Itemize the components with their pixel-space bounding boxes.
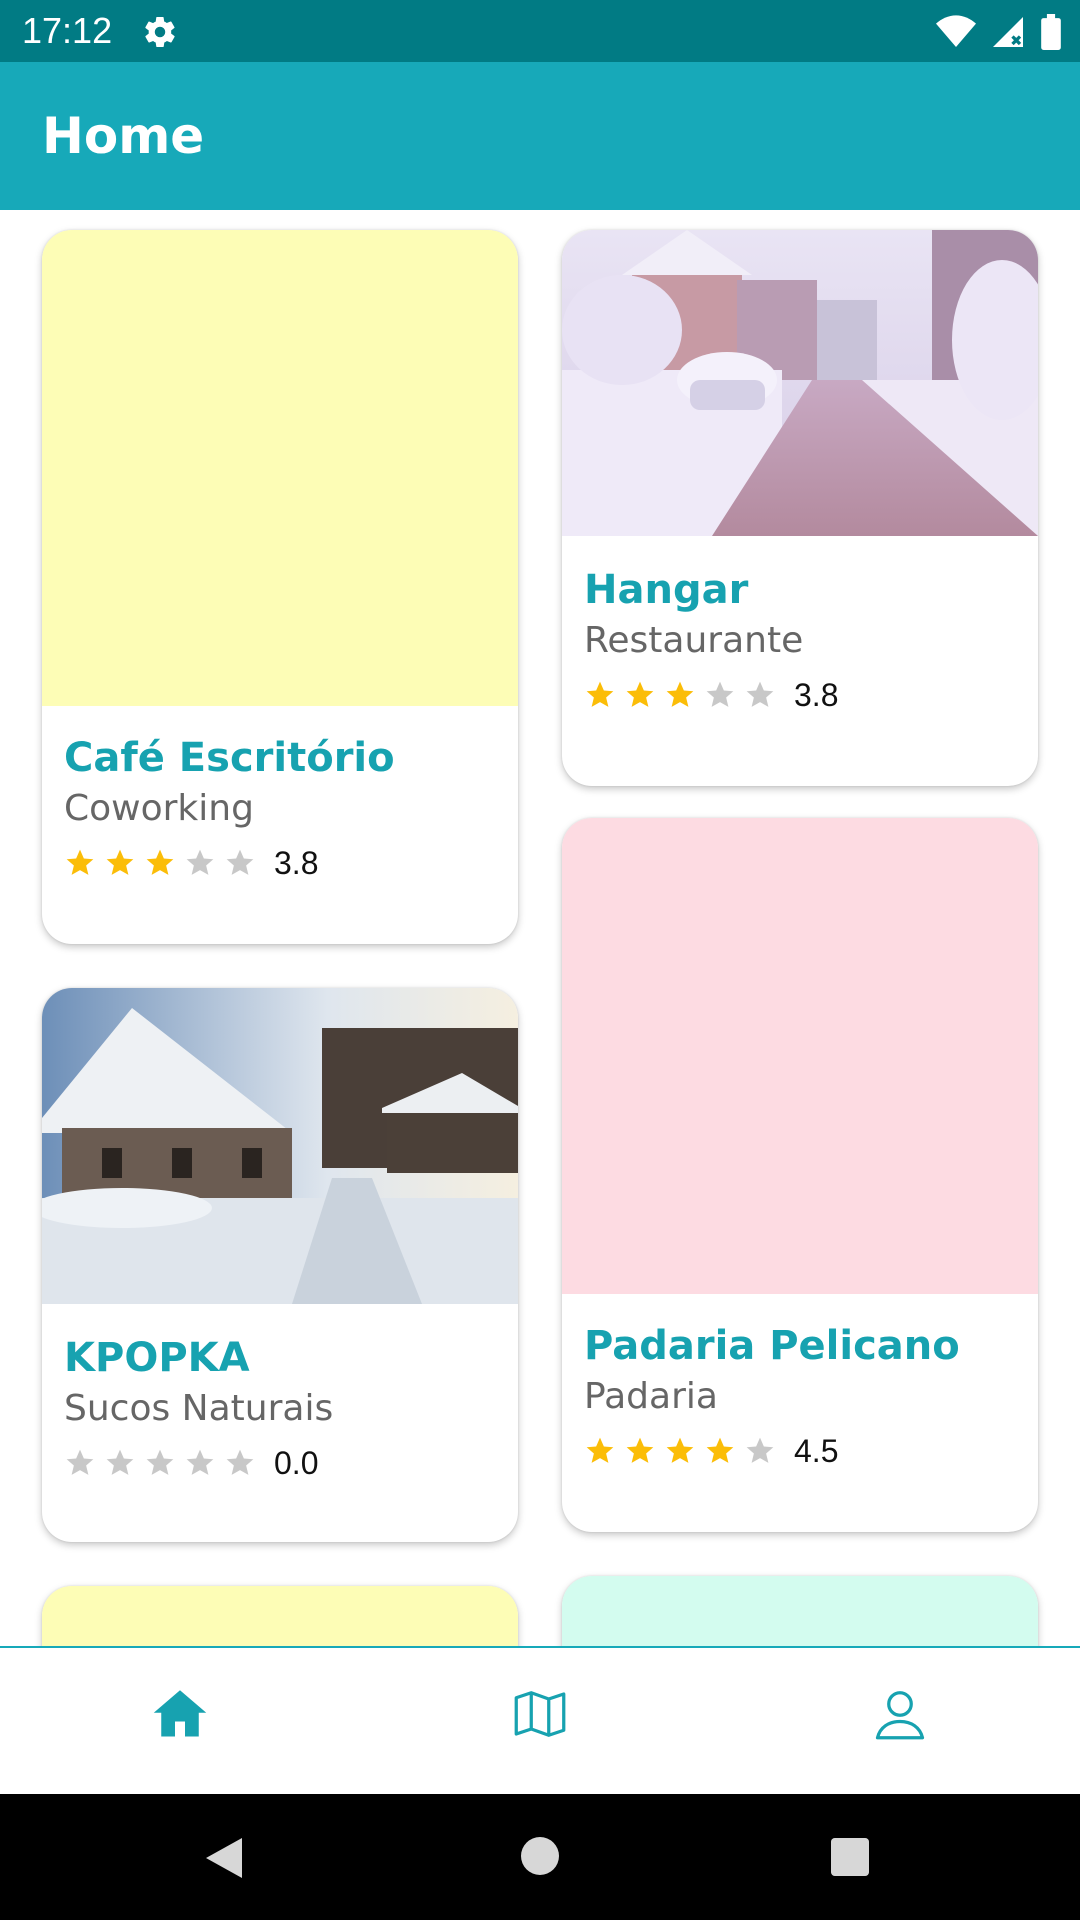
star-empty-icon	[706, 681, 734, 707]
star-empty-icon	[186, 1449, 214, 1475]
place-title: Hangar	[584, 567, 749, 613]
star-filled-icon	[586, 681, 614, 707]
settings-gear-icon	[145, 17, 175, 48]
star-empty-icon	[226, 1449, 254, 1475]
place-card-cafe-escritorio[interactable]: Café Escritório Coworking 3.8	[42, 230, 518, 944]
rating-value: 4.5	[794, 1432, 839, 1469]
place-image-placeholder	[42, 230, 518, 706]
star-empty-icon	[186, 849, 214, 875]
place-image-placeholder	[42, 1586, 518, 1646]
star-filled-icon	[66, 849, 94, 875]
star-filled-icon	[626, 681, 654, 707]
star-filled-icon	[146, 849, 174, 875]
rating-value: 3.8	[794, 676, 839, 713]
places-grid[interactable]: Café Escritório Coworking 3.8 Hangar Res…	[0, 210, 1080, 1646]
place-card-kpopka[interactable]: KPOPKA Sucos Naturais 0.0	[42, 988, 518, 1542]
battery-icon	[1041, 14, 1061, 50]
star-filled-icon	[706, 1437, 734, 1463]
star-filled-icon	[106, 849, 134, 875]
app-bar: Home	[0, 62, 1080, 210]
rating-row: 3.8	[64, 838, 502, 888]
signal-icon	[993, 17, 1023, 47]
star-empty-icon	[746, 681, 774, 707]
bottom-navigation	[0, 1646, 1080, 1796]
rating-value: 0.0	[274, 1444, 319, 1481]
rating-value: 3.8	[274, 844, 319, 881]
place-card-partial-left[interactable]	[42, 1586, 518, 1646]
star-empty-icon	[146, 1449, 174, 1475]
status-time: 17:12	[22, 10, 113, 51]
page-title: Home	[42, 107, 205, 165]
star-empty-icon	[226, 849, 254, 875]
place-category: Sucos Naturais	[64, 1388, 334, 1429]
star-filled-icon	[586, 1437, 614, 1463]
system-navigation-bar	[0, 1794, 1080, 1920]
star-rating	[64, 847, 256, 879]
place-image-placeholder	[562, 1576, 1038, 1646]
star-rating	[584, 1435, 776, 1467]
place-card-hangar[interactable]: Hangar Restaurante 3.8	[562, 230, 1038, 786]
star-empty-icon	[746, 1437, 774, 1463]
star-empty-icon	[106, 1449, 134, 1475]
place-image-placeholder	[562, 818, 1038, 1294]
rating-row: 0.0	[64, 1438, 502, 1488]
star-filled-icon	[666, 1437, 694, 1463]
place-title: KPOPKA	[64, 1335, 250, 1381]
home-icon[interactable]	[150, 1684, 210, 1744]
place-category: Padaria	[584, 1376, 718, 1417]
back-icon[interactable]	[202, 1834, 246, 1882]
star-empty-icon	[66, 1449, 94, 1475]
star-filled-icon	[626, 1437, 654, 1463]
rating-row: 3.8	[584, 670, 1022, 720]
home-circle-icon[interactable]	[520, 1836, 560, 1876]
place-card-partial-right[interactable]	[562, 1576, 1038, 1646]
star-rating	[64, 1447, 256, 1479]
wifi-icon	[936, 15, 976, 48]
star-filled-icon	[666, 681, 694, 707]
place-category: Coworking	[64, 788, 254, 829]
snowy-farmhouse-photo	[42, 988, 518, 1304]
status-bar: 17:12	[0, 0, 1080, 62]
recents-icon[interactable]	[831, 1838, 869, 1876]
place-category: Restaurante	[584, 620, 804, 661]
place-title: Café Escritório	[64, 735, 395, 781]
map-icon[interactable]	[510, 1684, 570, 1744]
place-title: Padaria Pelicano	[584, 1323, 960, 1369]
profile-icon[interactable]	[870, 1684, 930, 1744]
rating-row: 4.5	[584, 1426, 1022, 1476]
snowy-street-photo	[562, 230, 1038, 536]
star-rating	[584, 679, 776, 711]
place-card-padaria-pelicano[interactable]: Padaria Pelicano Padaria 4.5	[562, 818, 1038, 1532]
